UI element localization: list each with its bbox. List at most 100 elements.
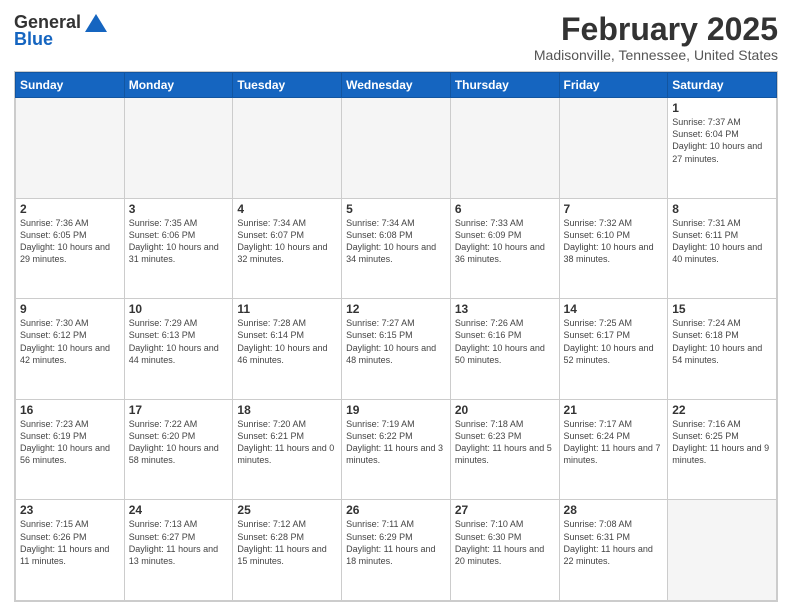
col-header-sunday: Sunday <box>16 73 125 98</box>
day-cell: 28Sunrise: 7:08 AM Sunset: 6:31 PM Dayli… <box>559 500 668 601</box>
header-row: SundayMondayTuesdayWednesdayThursdayFrid… <box>16 73 777 98</box>
location: Madisonville, Tennessee, United States <box>534 47 778 63</box>
day-number: 21 <box>564 403 664 417</box>
day-cell: 26Sunrise: 7:11 AM Sunset: 6:29 PM Dayli… <box>342 500 451 601</box>
day-cell: 21Sunrise: 7:17 AM Sunset: 6:24 PM Dayli… <box>559 399 668 500</box>
col-header-monday: Monday <box>124 73 233 98</box>
page: General Blue February 2025 Madisonville,… <box>0 0 792 612</box>
day-cell: 9Sunrise: 7:30 AM Sunset: 6:12 PM Daylig… <box>16 299 125 400</box>
day-cell: 8Sunrise: 7:31 AM Sunset: 6:11 PM Daylig… <box>668 198 777 299</box>
day-info: Sunrise: 7:24 AM Sunset: 6:18 PM Dayligh… <box>672 317 772 366</box>
day-number: 24 <box>129 503 229 517</box>
day-number: 7 <box>564 202 664 216</box>
day-number: 15 <box>672 302 772 316</box>
day-cell: 17Sunrise: 7:22 AM Sunset: 6:20 PM Dayli… <box>124 399 233 500</box>
day-cell <box>450 98 559 199</box>
logo: General Blue <box>14 12 107 50</box>
day-cell: 18Sunrise: 7:20 AM Sunset: 6:21 PM Dayli… <box>233 399 342 500</box>
day-cell: 23Sunrise: 7:15 AM Sunset: 6:26 PM Dayli… <box>16 500 125 601</box>
day-info: Sunrise: 7:34 AM Sunset: 6:07 PM Dayligh… <box>237 217 337 266</box>
day-cell: 13Sunrise: 7:26 AM Sunset: 6:16 PM Dayli… <box>450 299 559 400</box>
day-number: 3 <box>129 202 229 216</box>
day-cell <box>668 500 777 601</box>
day-info: Sunrise: 7:22 AM Sunset: 6:20 PM Dayligh… <box>129 418 229 467</box>
day-info: Sunrise: 7:17 AM Sunset: 6:24 PM Dayligh… <box>564 418 664 467</box>
day-info: Sunrise: 7:25 AM Sunset: 6:17 PM Dayligh… <box>564 317 664 366</box>
calendar: SundayMondayTuesdayWednesdayThursdayFrid… <box>14 71 778 602</box>
day-cell: 4Sunrise: 7:34 AM Sunset: 6:07 PM Daylig… <box>233 198 342 299</box>
day-number: 20 <box>455 403 555 417</box>
day-number: 10 <box>129 302 229 316</box>
day-cell: 14Sunrise: 7:25 AM Sunset: 6:17 PM Dayli… <box>559 299 668 400</box>
col-header-tuesday: Tuesday <box>233 73 342 98</box>
day-cell: 24Sunrise: 7:13 AM Sunset: 6:27 PM Dayli… <box>124 500 233 601</box>
day-info: Sunrise: 7:19 AM Sunset: 6:22 PM Dayligh… <box>346 418 446 467</box>
day-info: Sunrise: 7:11 AM Sunset: 6:29 PM Dayligh… <box>346 518 446 567</box>
day-info: Sunrise: 7:27 AM Sunset: 6:15 PM Dayligh… <box>346 317 446 366</box>
day-number: 25 <box>237 503 337 517</box>
day-cell: 16Sunrise: 7:23 AM Sunset: 6:19 PM Dayli… <box>16 399 125 500</box>
month-title: February 2025 <box>534 12 778 47</box>
day-cell: 25Sunrise: 7:12 AM Sunset: 6:28 PM Dayli… <box>233 500 342 601</box>
week-row-3: 16Sunrise: 7:23 AM Sunset: 6:19 PM Dayli… <box>16 399 777 500</box>
day-number: 13 <box>455 302 555 316</box>
day-info: Sunrise: 7:16 AM Sunset: 6:25 PM Dayligh… <box>672 418 772 467</box>
day-cell: 27Sunrise: 7:10 AM Sunset: 6:30 PM Dayli… <box>450 500 559 601</box>
day-cell <box>124 98 233 199</box>
day-info: Sunrise: 7:29 AM Sunset: 6:13 PM Dayligh… <box>129 317 229 366</box>
day-number: 14 <box>564 302 664 316</box>
day-info: Sunrise: 7:18 AM Sunset: 6:23 PM Dayligh… <box>455 418 555 467</box>
title-block: February 2025 Madisonville, Tennessee, U… <box>534 12 778 63</box>
day-cell <box>16 98 125 199</box>
day-info: Sunrise: 7:23 AM Sunset: 6:19 PM Dayligh… <box>20 418 120 467</box>
day-number: 17 <box>129 403 229 417</box>
col-header-thursday: Thursday <box>450 73 559 98</box>
col-header-saturday: Saturday <box>668 73 777 98</box>
day-info: Sunrise: 7:32 AM Sunset: 6:10 PM Dayligh… <box>564 217 664 266</box>
day-cell <box>233 98 342 199</box>
day-number: 28 <box>564 503 664 517</box>
day-number: 18 <box>237 403 337 417</box>
day-number: 2 <box>20 202 120 216</box>
day-cell: 3Sunrise: 7:35 AM Sunset: 6:06 PM Daylig… <box>124 198 233 299</box>
day-info: Sunrise: 7:10 AM Sunset: 6:30 PM Dayligh… <box>455 518 555 567</box>
day-cell: 22Sunrise: 7:16 AM Sunset: 6:25 PM Dayli… <box>668 399 777 500</box>
day-cell: 7Sunrise: 7:32 AM Sunset: 6:10 PM Daylig… <box>559 198 668 299</box>
day-cell <box>559 98 668 199</box>
day-cell <box>342 98 451 199</box>
day-cell: 10Sunrise: 7:29 AM Sunset: 6:13 PM Dayli… <box>124 299 233 400</box>
day-info: Sunrise: 7:35 AM Sunset: 6:06 PM Dayligh… <box>129 217 229 266</box>
day-info: Sunrise: 7:37 AM Sunset: 6:04 PM Dayligh… <box>672 116 772 165</box>
week-row-1: 2Sunrise: 7:36 AM Sunset: 6:05 PM Daylig… <box>16 198 777 299</box>
header: General Blue February 2025 Madisonville,… <box>14 12 778 63</box>
day-info: Sunrise: 7:36 AM Sunset: 6:05 PM Dayligh… <box>20 217 120 266</box>
logo-icon <box>85 14 107 32</box>
day-number: 8 <box>672 202 772 216</box>
day-cell: 6Sunrise: 7:33 AM Sunset: 6:09 PM Daylig… <box>450 198 559 299</box>
day-info: Sunrise: 7:34 AM Sunset: 6:08 PM Dayligh… <box>346 217 446 266</box>
day-cell: 20Sunrise: 7:18 AM Sunset: 6:23 PM Dayli… <box>450 399 559 500</box>
col-header-friday: Friday <box>559 73 668 98</box>
week-row-2: 9Sunrise: 7:30 AM Sunset: 6:12 PM Daylig… <box>16 299 777 400</box>
day-cell: 11Sunrise: 7:28 AM Sunset: 6:14 PM Dayli… <box>233 299 342 400</box>
day-info: Sunrise: 7:08 AM Sunset: 6:31 PM Dayligh… <box>564 518 664 567</box>
day-info: Sunrise: 7:20 AM Sunset: 6:21 PM Dayligh… <box>237 418 337 467</box>
col-header-wednesday: Wednesday <box>342 73 451 98</box>
day-info: Sunrise: 7:28 AM Sunset: 6:14 PM Dayligh… <box>237 317 337 366</box>
day-number: 19 <box>346 403 446 417</box>
day-number: 27 <box>455 503 555 517</box>
day-number: 9 <box>20 302 120 316</box>
day-info: Sunrise: 7:33 AM Sunset: 6:09 PM Dayligh… <box>455 217 555 266</box>
day-cell: 2Sunrise: 7:36 AM Sunset: 6:05 PM Daylig… <box>16 198 125 299</box>
day-number: 1 <box>672 101 772 115</box>
day-cell: 15Sunrise: 7:24 AM Sunset: 6:18 PM Dayli… <box>668 299 777 400</box>
day-info: Sunrise: 7:12 AM Sunset: 6:28 PM Dayligh… <box>237 518 337 567</box>
day-number: 11 <box>237 302 337 316</box>
day-number: 26 <box>346 503 446 517</box>
day-info: Sunrise: 7:15 AM Sunset: 6:26 PM Dayligh… <box>20 518 120 567</box>
day-number: 6 <box>455 202 555 216</box>
day-cell: 19Sunrise: 7:19 AM Sunset: 6:22 PM Dayli… <box>342 399 451 500</box>
day-number: 12 <box>346 302 446 316</box>
day-info: Sunrise: 7:31 AM Sunset: 6:11 PM Dayligh… <box>672 217 772 266</box>
week-row-4: 23Sunrise: 7:15 AM Sunset: 6:26 PM Dayli… <box>16 500 777 601</box>
